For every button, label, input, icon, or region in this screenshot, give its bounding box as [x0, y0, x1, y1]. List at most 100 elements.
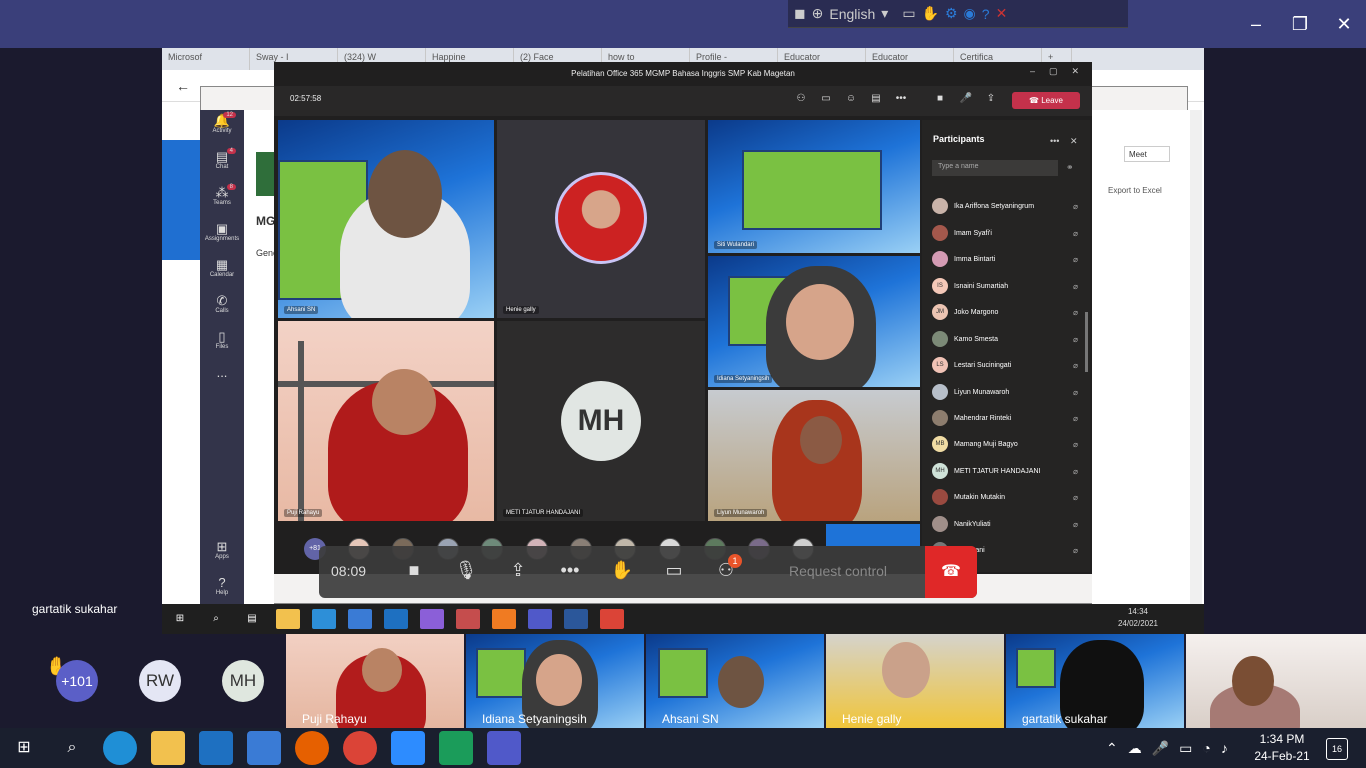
participant-row[interactable]: Liyun Munawaroh ⌀	[932, 382, 1078, 402]
file-explorer-icon[interactable]	[276, 609, 300, 629]
participant-row[interactable]: Imam Syafi'i ⌀	[932, 223, 1078, 243]
raise-hand-icon[interactable]: ✋	[609, 560, 635, 584]
chevron-down-icon[interactable]: ▾	[881, 5, 888, 22]
close-icon[interactable]: ✕	[1072, 66, 1080, 77]
rail-teams[interactable]: ⁂ Teams 8	[200, 182, 244, 218]
search-icon[interactable]: ⌕	[55, 731, 89, 765]
close-panel-icon[interactable]: ✕	[1070, 136, 1078, 147]
gallery-tile[interactable]: Henie gally	[826, 634, 1004, 728]
video-tile[interactable]: MH METI TJATUR HANDAJANI	[497, 321, 705, 521]
video-tile[interactable]: Henie gally	[497, 120, 705, 318]
video-tile[interactable]: Ahsani SN	[278, 120, 494, 318]
gallery-tile[interactable]: Ahsani SN	[646, 634, 824, 728]
minimize-bar-icon[interactable]: ▭	[902, 5, 915, 22]
gallery-tile-self[interactable]	[1186, 634, 1366, 728]
rail-files[interactable]: ▯ Files	[200, 326, 244, 362]
word-icon[interactable]	[564, 609, 588, 629]
end-call-button[interactable]: ☎	[925, 546, 977, 598]
request-control-button[interactable]: Request control	[770, 563, 906, 579]
rail-apps[interactable]: ⊞ Apps	[200, 536, 244, 572]
windows-start-icon[interactable]: ⊞	[168, 609, 192, 629]
raised-hands-count[interactable]: +101	[56, 660, 98, 702]
teams-icon[interactable]	[487, 731, 521, 765]
participants-scrollbar[interactable]	[1085, 312, 1088, 372]
zoom-icon[interactable]	[391, 731, 425, 765]
participant-row[interactable]: Ika Ariffona Setyaningrum ⌀	[932, 196, 1078, 216]
video-tile[interactable]: Siti Wulandari	[708, 120, 920, 253]
participant-row[interactable]: MH METI TJATUR HANDAJANI ⌀	[932, 461, 1078, 481]
app-icon[interactable]	[456, 609, 480, 629]
leave-button[interactable]: ☎ Leave	[1012, 92, 1080, 109]
rail-chat[interactable]: ▤ Chat 4	[200, 146, 244, 182]
help-icon[interactable]: ?	[982, 6, 990, 22]
windows-start-icon[interactable]: ⊞	[7, 731, 41, 765]
back-arrow-icon[interactable]: ←	[176, 78, 190, 94]
settings-icon[interactable]: ⚙	[945, 5, 958, 22]
rail-assignments[interactable]: ▣ Assignments	[200, 218, 244, 254]
video-camera-icon[interactable]: ■	[401, 560, 427, 584]
participant-row[interactable]: NanikYuliati ⌀	[932, 514, 1078, 534]
rail-calls[interactable]: ✆ Calls	[200, 290, 244, 326]
chat-icon[interactable]: ▭	[818, 93, 834, 109]
participant-row[interactable]: Imma Bintarti ⌀	[932, 249, 1078, 269]
file-explorer-icon[interactable]	[151, 731, 185, 765]
gallery-tile[interactable]: gartatik sukahar	[1006, 634, 1184, 728]
hand-icon[interactable]: ✋	[922, 5, 939, 22]
taskbar-clock[interactable]: 1:34 PM 24-Feb-21	[1248, 731, 1316, 765]
participant-row[interactable]: JM Joko Margono ⌀	[932, 302, 1078, 322]
window-maximize-button[interactable]: ❐	[1288, 12, 1312, 36]
app-icon[interactable]	[492, 609, 516, 629]
volume-icon[interactable]: ♪	[1221, 740, 1228, 757]
video-tile[interactable]: Liyun Munawaroh	[708, 390, 920, 521]
more-icon[interactable]: •••	[557, 560, 583, 584]
rail-help[interactable]: ? Help	[200, 572, 244, 608]
more-options-icon[interactable]: •••	[1050, 136, 1059, 146]
battery-icon[interactable]: ▭	[1179, 740, 1192, 757]
chrome-icon[interactable]	[600, 609, 624, 629]
initials-avatar[interactable]: RW	[139, 660, 181, 702]
self-view-tile[interactable]	[826, 524, 920, 546]
globe-icon[interactable]: ◉	[964, 5, 976, 22]
camera-icon[interactable]: ◼	[794, 5, 806, 22]
participant-row[interactable]: IS Isnaini Sumartiah ⌀	[932, 276, 1078, 296]
app-icon[interactable]	[439, 731, 473, 765]
participant-row[interactable]: MB Mamang Muji Bagyo ⌀	[932, 434, 1078, 454]
mic-icon[interactable]: 🎤	[958, 93, 974, 109]
share-screen-icon[interactable]: ⇪	[505, 560, 531, 584]
participant-row[interactable]: Mahendrar Rinteki ⌀	[932, 408, 1078, 428]
close-icon[interactable]: ✕	[996, 5, 1008, 22]
share-icon[interactable]: ⇪	[983, 93, 999, 109]
video-tile[interactable]: Puji Rahayu	[278, 321, 494, 521]
firefox-icon[interactable]	[295, 731, 329, 765]
search-icon[interactable]: ⌕	[204, 609, 228, 629]
edge-icon[interactable]	[312, 609, 336, 629]
wifi-icon[interactable]: ◔	[1202, 740, 1210, 757]
store-icon[interactable]	[348, 609, 372, 629]
microphone-icon[interactable]: 🎤	[1152, 740, 1169, 757]
teams-icon[interactable]	[528, 609, 552, 629]
minimize-icon[interactable]: –	[1030, 66, 1035, 77]
task-view-icon[interactable]: ▤	[240, 609, 264, 629]
export-excel-link[interactable]: Export to Excel	[1108, 186, 1162, 195]
window-close-button[interactable]: ✕	[1332, 12, 1356, 36]
rail-calendar[interactable]: ▦ Calendar	[200, 254, 244, 290]
rail-activity[interactable]: 🔔 Activity 12	[200, 110, 244, 146]
gallery-tile[interactable]: Idiana Setyaningsih	[466, 634, 644, 728]
chrome-icon[interactable]	[343, 731, 377, 765]
share-invite-icon[interactable]: ⚭	[1066, 162, 1074, 173]
maximize-icon[interactable]: ▢	[1049, 66, 1058, 77]
chat-icon[interactable]: ▭	[661, 560, 687, 584]
notifications-button[interactable]: 16	[1326, 738, 1348, 760]
app-icon[interactable]	[420, 609, 444, 629]
meet-button[interactable]: Meet	[1124, 146, 1170, 162]
camera-icon[interactable]: ■	[932, 93, 948, 109]
participant-row[interactable]: LS Lestari Suciningati ⌀	[932, 355, 1078, 375]
window-minimize-button[interactable]: –	[1244, 12, 1268, 36]
participant-row[interactable]: Mutakin Mutakin ⌀	[932, 487, 1078, 507]
gallery-tile[interactable]: Puji Rahayu	[286, 634, 464, 728]
mail-icon[interactable]	[199, 731, 233, 765]
mail-icon[interactable]	[384, 609, 408, 629]
browser-scrollbar[interactable]	[1190, 110, 1202, 604]
cloud-icon[interactable]: ☁	[1128, 740, 1142, 757]
initials-avatar[interactable]: MH	[222, 660, 264, 702]
